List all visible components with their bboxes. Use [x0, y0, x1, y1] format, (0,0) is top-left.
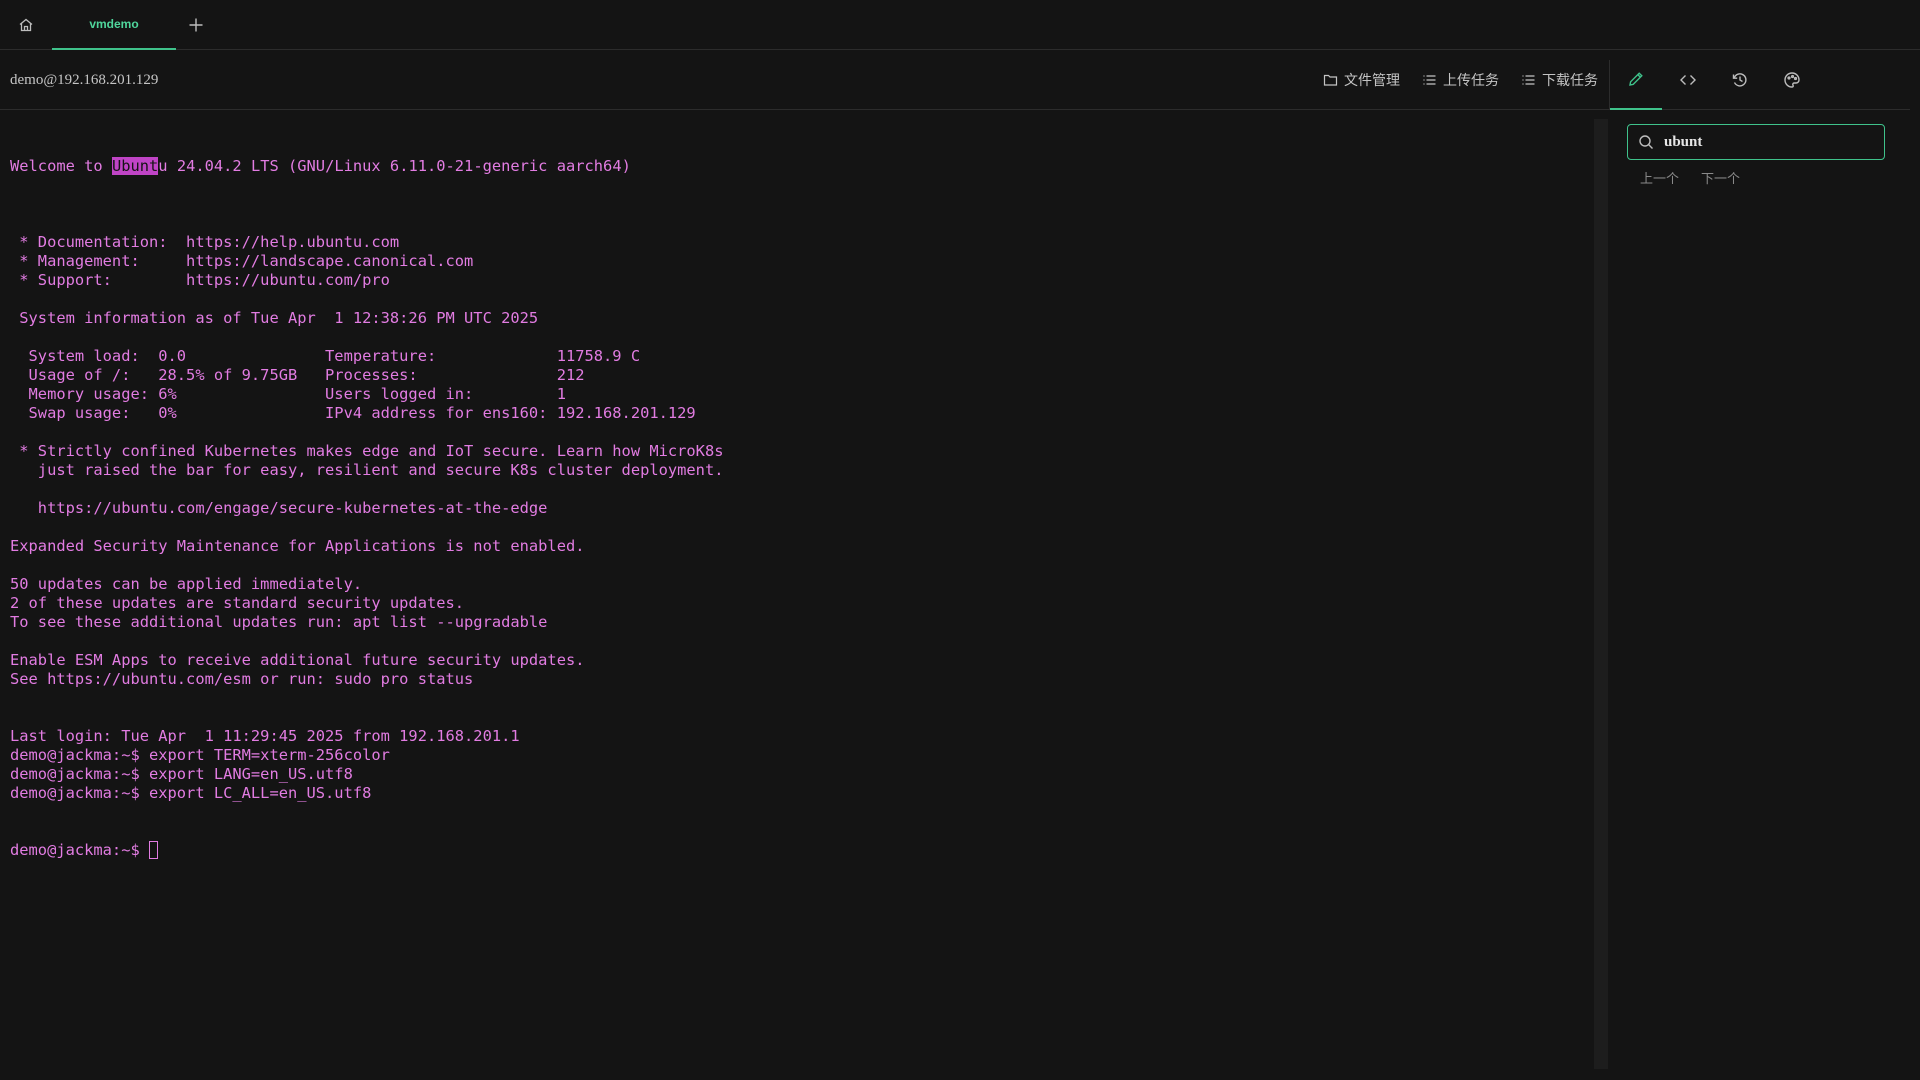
- search-input[interactable]: [1664, 126, 1884, 158]
- terminal-line: To see these additional updates run: apt…: [10, 613, 548, 631]
- edit-icon: [1629, 72, 1643, 86]
- search-panel: 上一个 下一个: [1610, 110, 1910, 1080]
- terminal-lines: * Documentation: https://help.ubuntu.com…: [10, 214, 1590, 803]
- tab-vmdemo[interactable]: vmdemo: [52, 0, 176, 50]
- terminal-line: Last login: Tue Apr 1 11:29:45 2025 from…: [10, 727, 520, 745]
- tab-label: vmdemo: [89, 17, 139, 31]
- terminal-line: See https://ubuntu.com/esm or run: sudo …: [10, 670, 474, 688]
- terminal-line: System information as of Tue Apr 1 12:38…: [10, 309, 539, 327]
- home-icon: [19, 18, 33, 32]
- terminal-line: just raised the bar for easy, resilient …: [10, 461, 724, 479]
- terminal-line: demo@jackma:~$ export LC_ALL=en_US.utf8: [10, 784, 372, 802]
- welcome-suffix: u 24.04.2 LTS (GNU/Linux 6.11.0-21-gener…: [158, 157, 631, 175]
- code-icon: [1680, 75, 1696, 85]
- terminal-line: * Strictly confined Kubernetes makes edg…: [10, 442, 724, 460]
- terminal-output[interactable]: Welcome to Ubuntu 24.04.2 LTS (GNU/Linux…: [10, 119, 1590, 1069]
- terminal-welcome-line: Welcome to Ubuntu 24.04.2 LTS (GNU/Linux…: [10, 157, 1590, 176]
- terminal-line: Swap usage: 0% IPv4 address for ens160: …: [10, 404, 696, 422]
- plus-icon: [189, 18, 203, 32]
- upload-tasks-label: 上传任务: [1443, 72, 1499, 88]
- terminal-line: demo@jackma:~$ export TERM=xterm-256colo…: [10, 746, 390, 764]
- terminal-scrollbar[interactable]: [1594, 119, 1608, 1069]
- session-header: demo@192.168.201.129 文件管理 上传任务 下载任务: [0, 50, 1910, 110]
- search-box: [1627, 124, 1885, 160]
- upload-tasks-button[interactable]: 上传任务: [1422, 70, 1499, 90]
- download-tasks-label: 下载任务: [1542, 72, 1598, 88]
- file-manager-label: 文件管理: [1344, 72, 1400, 88]
- tab-bar: vmdemo: [0, 0, 1920, 50]
- tool-tab-history[interactable]: [1714, 50, 1766, 110]
- list-icon: [1522, 75, 1535, 85]
- tool-tab-edit[interactable]: [1610, 50, 1662, 110]
- folder-icon: [1323, 74, 1338, 86]
- welcome-prefix: Welcome to: [10, 157, 112, 175]
- terminal-line: * Management: https://landscape.canonica…: [10, 252, 474, 270]
- terminal-cursor: [149, 841, 158, 859]
- palette-icon: [1784, 72, 1800, 88]
- tool-tabs: [1610, 50, 1818, 110]
- search-prev-button[interactable]: 上一个: [1640, 168, 1679, 187]
- add-tab-button[interactable]: [184, 13, 208, 37]
- search-icon: [1628, 125, 1664, 159]
- history-icon: [1732, 73, 1747, 87]
- terminal-line: https://ubuntu.com/engage/secure-kuberne…: [10, 499, 548, 517]
- header-actions: 文件管理 上传任务 下载任务: [1323, 50, 1598, 110]
- tool-tab-theme[interactable]: [1766, 50, 1818, 110]
- home-button[interactable]: [14, 13, 38, 37]
- terminal-line: Expanded Security Maintenance for Applic…: [10, 537, 585, 555]
- search-match-highlight: Ubunt: [111, 157, 159, 175]
- terminal-line: System load: 0.0 Temperature: 11758.9 C: [10, 347, 641, 365]
- file-manager-button[interactable]: 文件管理: [1323, 70, 1400, 90]
- terminal-line: 50 updates can be applied immediately.: [10, 575, 363, 593]
- search-navigation: 上一个 下一个: [1640, 168, 1740, 187]
- terminal-line: * Documentation: https://help.ubuntu.com: [10, 233, 400, 251]
- terminal-prompt: demo@jackma:~$: [10, 841, 149, 859]
- terminal-line: Memory usage: 6% Users logged in: 1: [10, 385, 566, 403]
- download-tasks-button[interactable]: 下载任务: [1521, 70, 1598, 90]
- terminal-line: 2 of these updates are standard security…: [10, 594, 465, 612]
- terminal-line: Usage of /: 28.5% of 9.75GB Processes: 2…: [10, 366, 585, 384]
- tool-tab-code[interactable]: [1662, 50, 1714, 110]
- terminal-line: * Support: https://ubuntu.com/pro: [10, 271, 390, 289]
- terminal-line: Enable ESM Apps to receive additional fu…: [10, 651, 585, 669]
- list-icon: [1423, 75, 1436, 85]
- terminal-line: demo@jackma:~$ export LANG=en_US.utf8: [10, 765, 353, 783]
- host-label: demo@192.168.201.129: [10, 71, 159, 88]
- search-next-button[interactable]: 下一个: [1701, 168, 1740, 187]
- terminal-prompt-line: demo@jackma:~$: [10, 841, 1590, 860]
